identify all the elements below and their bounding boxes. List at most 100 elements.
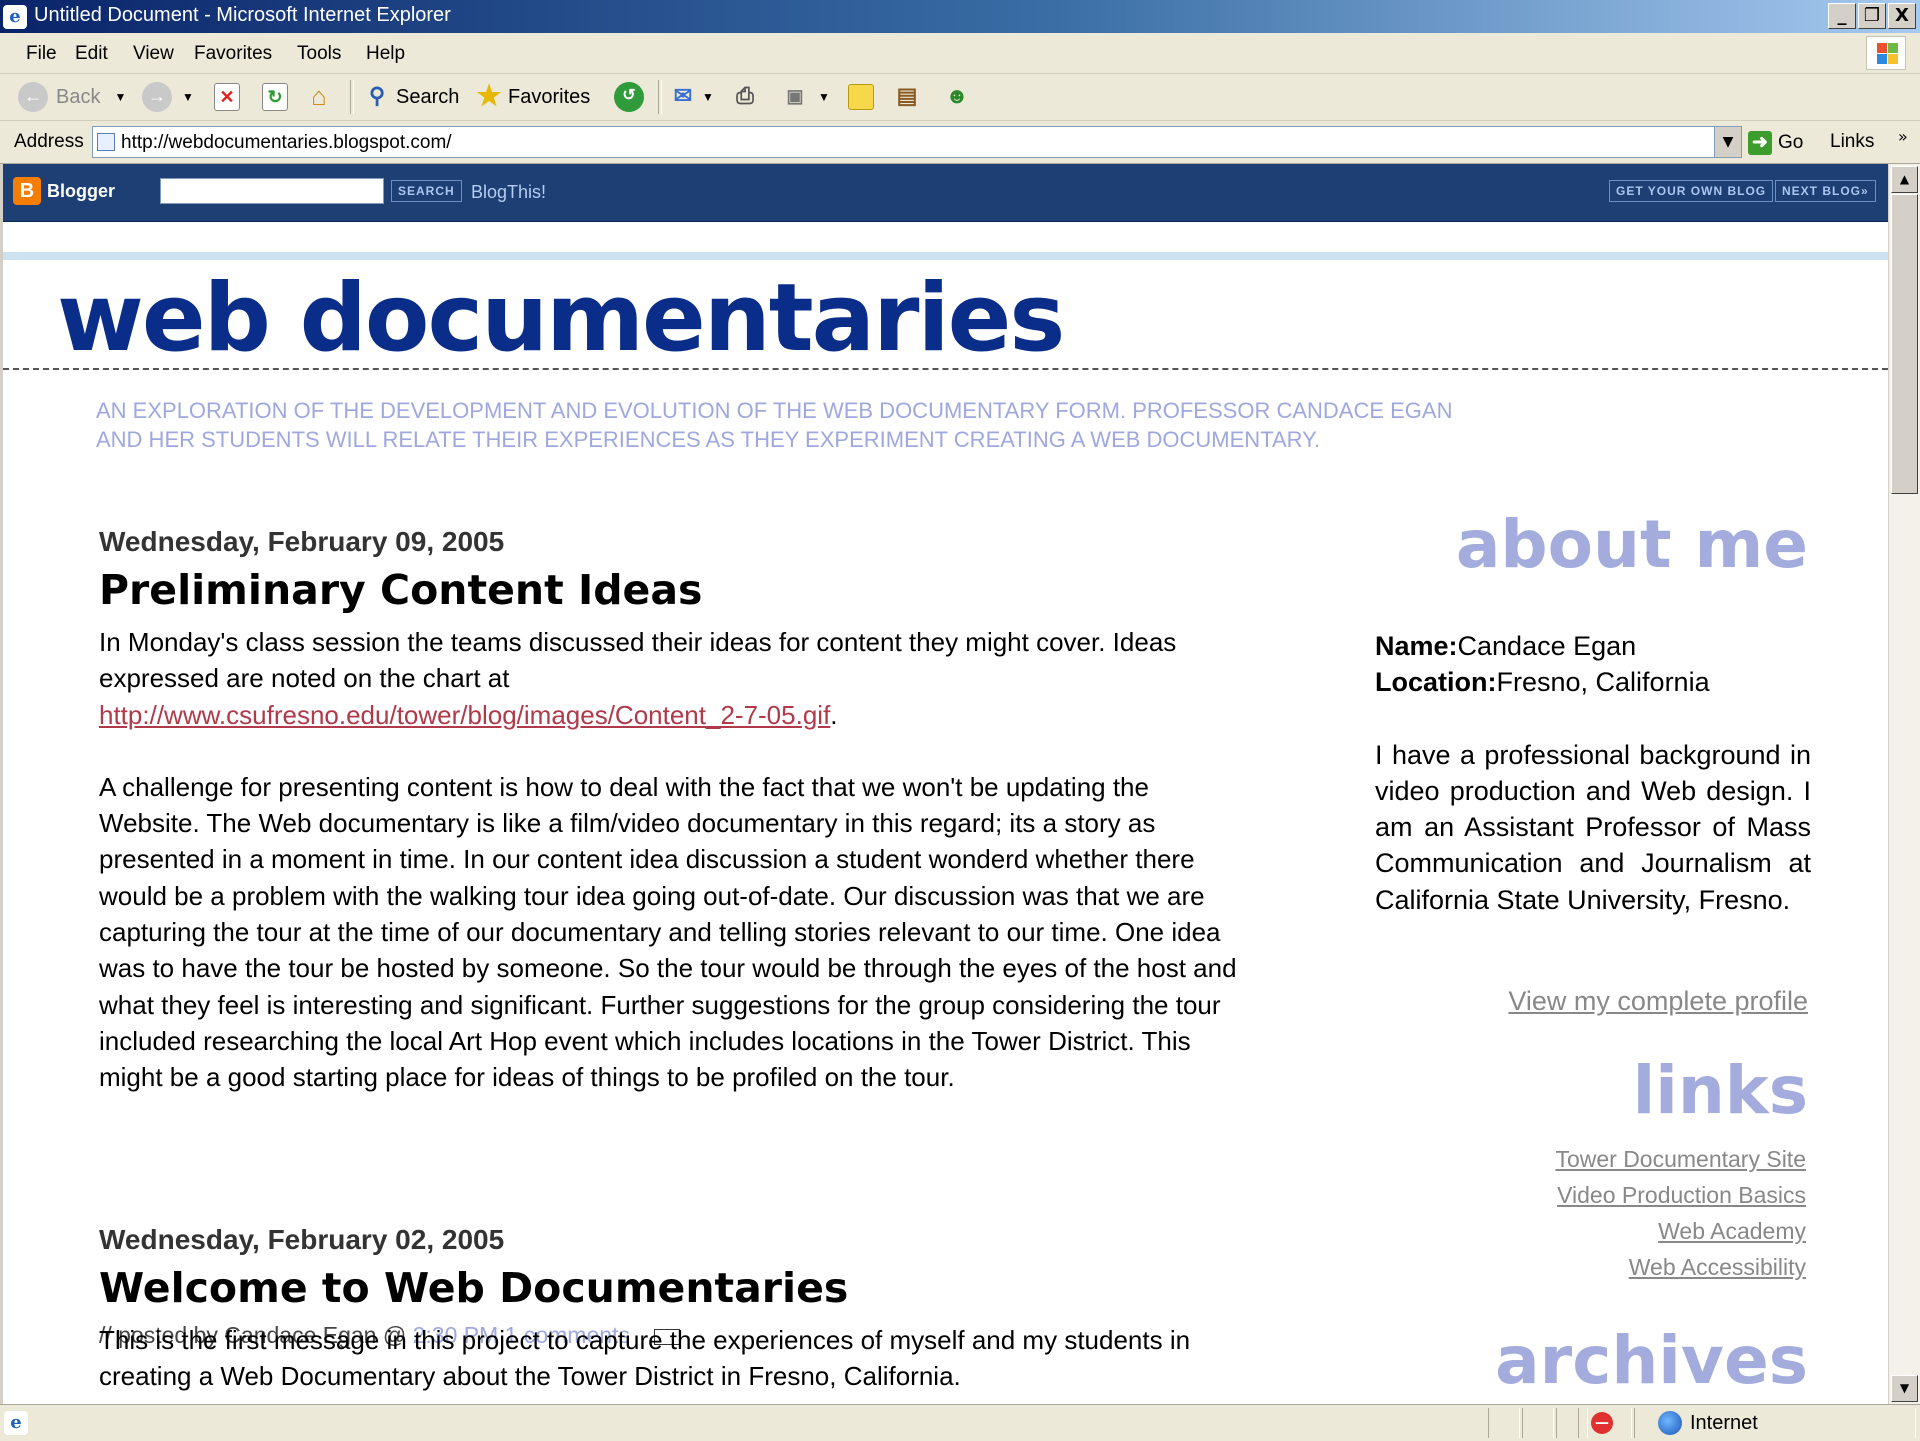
links-toolbar[interactable]: Links [1830, 131, 1874, 153]
mail-icon: ✉ [673, 83, 693, 108]
toolbar-separator [350, 80, 354, 114]
post-date: Wednesday, February 02, 2005 [99, 1224, 505, 1255]
forward-button[interactable]: → ▼ [142, 80, 194, 114]
menu-edit[interactable]: Edit [75, 43, 108, 65]
mail-button[interactable]: ✉ ▼ [668, 80, 714, 114]
go-button[interactable]: ➜ Go [1748, 127, 1803, 159]
blog-title[interactable]: web documentaries [57, 269, 1065, 369]
favorites-button[interactable]: ★ Favorites [474, 80, 590, 114]
menu-bar: File Edit View Favorites Tools Help [0, 33, 1920, 74]
popup-blocked-icon: — [1591, 1412, 1613, 1434]
status-cell [1522, 1408, 1554, 1438]
print-button[interactable]: ⎙ [730, 80, 760, 114]
star-icon: ★ [476, 80, 502, 111]
name-label: Name: [1375, 631, 1458, 661]
chevron-down-icon: ▼ [114, 90, 127, 104]
forward-arrow-icon: → [142, 82, 172, 112]
view-profile-link[interactable]: View my complete profile [1508, 986, 1808, 1017]
menu-tools[interactable]: Tools [297, 43, 341, 65]
back-button[interactable]: ← Back ▼ [18, 80, 126, 114]
tagline-line-2: AND HER STUDENTS WILL RELATE THEIR EXPER… [96, 427, 1321, 452]
search-label: Search [396, 85, 460, 108]
menu-favorites[interactable]: Favorites [194, 43, 272, 65]
blogger-logo[interactable]: B Blogger [13, 176, 115, 206]
home-button[interactable]: ⌂ [304, 80, 334, 114]
back-arrow-icon: ← [18, 82, 48, 112]
title-bar: e Untitled Document - Microsoft Internet… [0, 0, 1920, 33]
status-bar: e — Internet [0, 1404, 1920, 1441]
internet-zone-icon [1658, 1411, 1682, 1435]
stop-button[interactable]: ✕ [214, 80, 240, 114]
go-arrow-icon: ➜ [1748, 131, 1772, 155]
home-icon: ⌂ [311, 81, 327, 111]
favorites-label: Favorites [508, 85, 591, 108]
chevron-right-icon[interactable]: » [1898, 127, 1908, 146]
edit-page-icon: ▣ [786, 86, 804, 106]
post-date: Wednesday, February 09, 2005 [99, 526, 505, 557]
refresh-button[interactable]: ↻ [262, 80, 288, 114]
address-url[interactable]: http://webdocumentaries.blogspot.com/ [121, 132, 452, 154]
window-title: Untitled Document - Microsoft Internet E… [34, 4, 451, 26]
navbar-search-input[interactable] [160, 178, 384, 204]
links-heading: links [1632, 1052, 1808, 1129]
menu-help[interactable]: Help [366, 43, 405, 65]
ie-icon[interactable]: e [3, 5, 27, 29]
profile-bio: I have a professional background in vide… [1375, 739, 1811, 915]
restore-button[interactable]: ❐ [1858, 3, 1886, 29]
scroll-up-button[interactable]: ▲ [1891, 166, 1918, 193]
post-title: Welcome to Web Documentaries [99, 1264, 849, 1312]
post-paragraph: This is the first message in this projec… [99, 1325, 1191, 1392]
get-own-blog-button[interactable]: GET YOUR OWN BLOG [1609, 180, 1774, 202]
blogger-navbar: B Blogger SEARCH BlogThis! GET YOUR OWN … [3, 164, 1888, 222]
address-dropdown-icon[interactable]: ▼ [1714, 127, 1741, 157]
close-button[interactable]: X [1888, 3, 1916, 29]
post-link[interactable]: http://www.csufresno.edu/tower/blog/imag… [99, 700, 830, 730]
scroll-thumb[interactable] [1891, 194, 1918, 494]
note-icon [848, 84, 874, 110]
sidebar-link-academy[interactable]: Web Academy [1658, 1218, 1806, 1245]
minimize-button[interactable]: _ [1828, 3, 1856, 29]
post-paragraph: A challenge for presenting content is ho… [99, 771, 1237, 1093]
blog-tagline: AN EXPLORATION OF THE DEVELOPMENT AND EV… [96, 396, 1616, 454]
blogger-b-icon: B [13, 177, 41, 205]
navbar-search-button[interactable]: SEARCH [391, 180, 462, 202]
toolbar-separator [658, 80, 662, 114]
history-icon: ↺ [614, 82, 644, 112]
archives-heading: archives [1495, 1322, 1808, 1399]
vertical-scrollbar[interactable]: ▲ ▼ [1888, 164, 1920, 1404]
sidebar-link-video[interactable]: Video Production Basics [1557, 1182, 1806, 1209]
post-body: This is the first message in this projec… [99, 1322, 1249, 1395]
blogthis-link[interactable]: BlogThis! [471, 182, 546, 203]
address-input[interactable]: http://webdocumentaries.blogspot.com/ ▼ [92, 126, 1742, 158]
page-status-icon: e [4, 1411, 28, 1435]
printer-icon: ⎙ [736, 83, 754, 108]
menu-view[interactable]: View [133, 43, 174, 65]
search-icon: ⚲ [368, 83, 386, 108]
menu-file[interactable]: File [26, 43, 57, 65]
profile-info: Name:Candace Egan Location:Fresno, Calif… [1375, 628, 1811, 918]
sidebar-link-accessibility[interactable]: Web Accessibility [1629, 1254, 1806, 1281]
post-body: In Monday's class session the teams disc… [99, 624, 1249, 1096]
location-label: Location: [1375, 667, 1497, 698]
status-cell [1488, 1408, 1520, 1438]
sidebar-link-tower[interactable]: Tower Documentary Site [1555, 1146, 1806, 1173]
next-blog-button[interactable]: NEXT BLOG» [1775, 180, 1876, 202]
windows-flag-icon [1866, 36, 1906, 70]
messenger-icon: ☻ [945, 83, 969, 108]
header-strip [3, 252, 1888, 260]
profile-location: Fresno, California [1496, 667, 1710, 698]
research-button[interactable]: ▤ [892, 80, 922, 114]
scroll-down-button[interactable]: ▼ [1891, 1375, 1918, 1402]
go-label: Go [1778, 132, 1804, 153]
discuss-button[interactable] [848, 80, 874, 114]
messenger-button[interactable]: ☻ [942, 80, 972, 114]
history-button[interactable]: ↺ [614, 80, 644, 114]
page-viewport: B Blogger SEARCH BlogThis! GET YOUR OWN … [0, 164, 1888, 1404]
refresh-icon: ↻ [262, 83, 288, 111]
standard-toolbar: ← Back ▼ → ▼ ✕ ↻ ⌂ ⚲ Search ★ Favorites … [0, 74, 1920, 121]
popup-blocked-cell[interactable]: — [1578, 1408, 1632, 1438]
search-button[interactable]: ⚲ Search [362, 80, 459, 114]
blogger-logo-text: Blogger [47, 180, 116, 201]
edit-button[interactable]: ▣ ▼ [780, 80, 829, 114]
research-icon: ▤ [896, 83, 918, 108]
